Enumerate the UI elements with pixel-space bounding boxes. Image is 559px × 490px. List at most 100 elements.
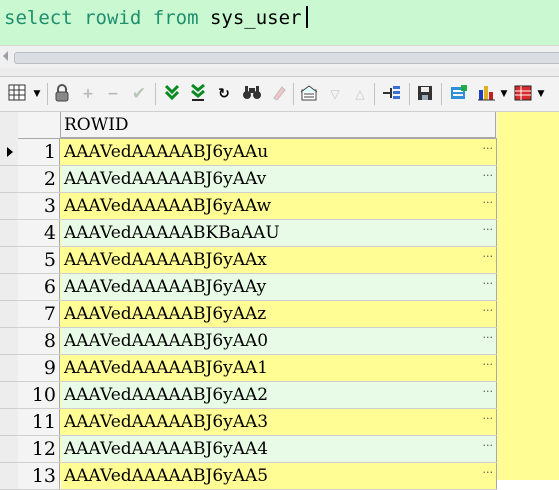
table-row[interactable]: 11 AAAVedAAAAABJ6yAA3 ··· (0, 409, 497, 436)
chevron-down-icon[interactable]: ▼ (32, 84, 42, 104)
cell-edit-button[interactable]: ··· (483, 163, 494, 189)
rowid-cell[interactable]: AAAVedAAAAABJ6yAA4 ··· (61, 436, 497, 462)
rowid-cell[interactable]: AAAVedAAAAABJ6yAA3 ··· (61, 409, 497, 435)
cell-edit-button[interactable]: ··· (483, 190, 494, 216)
chevron-down-icon[interactable]: ▼ (536, 84, 546, 104)
rowid-cell[interactable]: AAAVedAAAAABJ6yAA0 ··· (61, 328, 497, 354)
table-row[interactable]: 2 AAAVedAAAAABJ6yAAv ··· (0, 166, 497, 193)
refresh-icon[interactable]: ↻ (216, 84, 232, 104)
fetch-next-icon[interactable] (163, 84, 181, 104)
row-number[interactable]: 6 (18, 274, 60, 300)
row-number[interactable]: 9 (18, 355, 60, 381)
table-row[interactable]: 8 AAAVedAAAAABJ6yAA0 ··· (0, 328, 497, 355)
row-number[interactable]: 5 (18, 247, 60, 273)
result-grid[interactable]: ROWID 1 AAAVedAAAAABJ6yAAu ··· 2 AAAVedAAAAA… (0, 112, 559, 490)
chart-icon[interactable] (476, 84, 498, 104)
cell-edit-button[interactable]: ··· (483, 298, 494, 324)
export-icon[interactable] (449, 84, 469, 104)
row-number[interactable]: 10 (18, 382, 60, 408)
chevron-down-icon[interactable]: ▼ (499, 84, 509, 104)
row-indicator[interactable] (0, 355, 18, 381)
row-number[interactable]: 12 (18, 436, 60, 462)
sql-text[interactable]: select rowid from sys_user (4, 6, 309, 30)
rowid-cell[interactable]: AAAVedAAAAABJ6yAA5 ··· (61, 463, 497, 489)
editor-horizontal-scrollbar[interactable] (0, 45, 559, 68)
row-indicator[interactable] (0, 166, 18, 192)
row-number[interactable]: 2 (18, 166, 60, 192)
cell-edit-button[interactable]: ··· (483, 406, 494, 432)
save-icon[interactable] (416, 84, 434, 104)
row-number[interactable]: 3 (18, 193, 60, 219)
post-icon[interactable]: ✔ (129, 84, 149, 104)
query-by-example-icon[interactable] (299, 84, 319, 104)
rowid-cell[interactable]: AAAVedAAAAABJ6yAAu ··· (61, 139, 497, 165)
rowid-value: AAAVedAAAAABJ6yAAu (64, 142, 269, 162)
rowid-value: AAAVedAAAAABJ6yAAv (64, 169, 267, 189)
row-indicator[interactable] (0, 409, 18, 435)
rowid-cell[interactable]: AAAVedAAAAABJ6yAA2 ··· (61, 382, 497, 408)
cell-edit-button[interactable]: ··· (483, 136, 494, 162)
row-indicator[interactable] (0, 382, 18, 408)
cell-edit-button[interactable]: ··· (483, 460, 494, 486)
row-indicator[interactable] (0, 436, 18, 462)
row-number[interactable]: 11 (18, 409, 60, 435)
row-indicator[interactable] (0, 247, 18, 273)
row-number-header[interactable] (18, 112, 61, 139)
table-row[interactable]: 10 AAAVedAAAAABJ6yAA2 ··· (0, 382, 497, 409)
table-menu-icon[interactable] (513, 84, 533, 104)
tree-icon[interactable] (381, 84, 403, 104)
cell-edit-button[interactable]: ··· (483, 325, 494, 351)
table-row[interactable]: 9 AAAVedAAAAABJ6yAA1 ··· (0, 355, 497, 382)
cell-edit-button[interactable]: ··· (483, 433, 494, 459)
table-row[interactable]: 13 AAAVedAAAAABJ6yAA5 ··· (0, 463, 497, 490)
table-row[interactable]: 5 AAAVedAAAAABJ6yAAx ··· (0, 247, 497, 274)
scrollbar-thumb[interactable] (14, 52, 559, 64)
sql-editor[interactable]: select rowid from sys_user (0, 0, 559, 45)
grid-icon[interactable] (7, 84, 29, 104)
rowid-cell[interactable]: AAAVedAAAAABJ6yAAy ··· (61, 274, 497, 300)
table-row[interactable]: 6 AAAVedAAAAABJ6yAAy ··· (0, 274, 497, 301)
rowid-cell[interactable]: AAAVedAAAAABKBaAAU ··· (61, 220, 497, 246)
cell-edit-button[interactable]: ··· (483, 379, 494, 405)
cell-edit-button[interactable]: ··· (483, 244, 494, 270)
rowid-cell[interactable]: AAAVedAAAAABJ6yAAz ··· (61, 301, 497, 327)
row-indicator[interactable] (0, 220, 18, 246)
row-number[interactable]: 8 (18, 328, 60, 354)
row-number[interactable]: 1 (18, 139, 60, 165)
rowid-cell[interactable]: AAAVedAAAAABJ6yAAw ··· (61, 193, 497, 219)
toolbar-separator (293, 83, 294, 105)
table-row[interactable]: 1 AAAVedAAAAABJ6yAAu ··· (0, 139, 497, 166)
cell-edit-button[interactable]: ··· (483, 352, 494, 378)
fetch-all-icon[interactable] (189, 83, 207, 104)
table-row[interactable]: 12 AAAVedAAAAABJ6yAA4 ··· (0, 436, 497, 463)
filter-up-icon[interactable]: △ (352, 84, 368, 104)
row-indicator[interactable] (0, 301, 18, 327)
rowid-value: AAAVedAAAAABJ6yAAw (64, 196, 272, 216)
grid-rows: 1 AAAVedAAAAABJ6yAAu ··· 2 AAAVedAAAAABJ6yAA… (0, 139, 497, 490)
cell-edit-button[interactable]: ··· (483, 271, 494, 297)
table-row[interactable]: 4 AAAVedAAAAABKBaAAU ··· (0, 220, 497, 247)
table-row[interactable]: 7 AAAVedAAAAABJ6yAAz ··· (0, 301, 497, 328)
filter-down-icon[interactable]: ▽ (327, 84, 343, 104)
row-number[interactable]: 13 (18, 463, 60, 489)
clear-icon[interactable] (271, 84, 287, 104)
rowid-cell[interactable]: AAAVedAAAAABJ6yAAx ··· (61, 247, 497, 273)
row-indicator[interactable] (0, 139, 18, 165)
row-indicator[interactable] (0, 274, 18, 300)
column-header-rowid[interactable]: ROWID (61, 112, 496, 138)
cell-edit-button[interactable]: ··· (483, 217, 494, 243)
add-record-icon[interactable]: + (80, 84, 96, 104)
row-indicator[interactable] (0, 193, 18, 219)
find-icon[interactable] (241, 84, 263, 104)
row-indicator[interactable] (0, 463, 18, 489)
row-number[interactable]: 4 (18, 220, 60, 246)
lock-icon[interactable] (53, 84, 71, 104)
row-indicator[interactable] (0, 328, 18, 354)
splitter[interactable] (0, 68, 559, 77)
delete-record-icon[interactable]: − (105, 84, 121, 104)
table-row[interactable]: 3 AAAVedAAAAABJ6yAAw ··· (0, 193, 497, 220)
rowid-cell[interactable]: AAAVedAAAAABJ6yAAv ··· (61, 166, 497, 192)
scroll-left-icon[interactable] (3, 51, 8, 61)
rowid-cell[interactable]: AAAVedAAAAABJ6yAA1 ··· (61, 355, 497, 381)
row-number[interactable]: 7 (18, 301, 60, 327)
